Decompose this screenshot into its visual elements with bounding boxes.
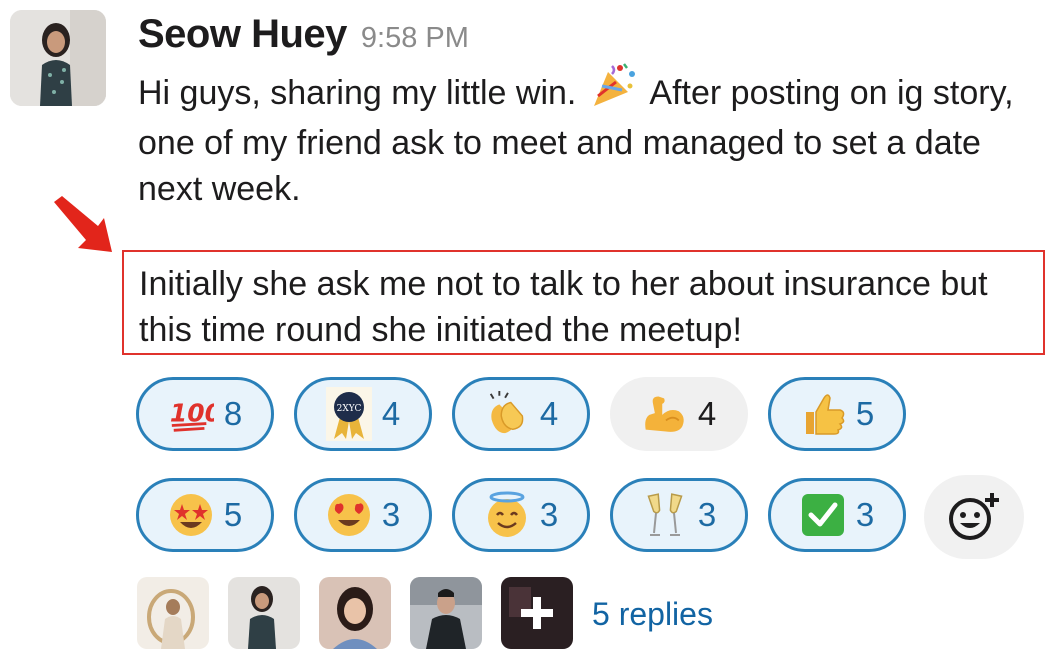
author-name[interactable]: Seow Huey <box>138 12 347 57</box>
reaction-count: 3 <box>381 496 401 533</box>
author-avatar[interactable] <box>10 10 106 106</box>
highlighted-message: Initially she ask me not to talk to her … <box>122 250 1045 355</box>
reaction-heart-eyes[interactable]: 3 <box>294 478 432 552</box>
party-popper-icon <box>590 62 638 120</box>
reaction-hundred-points[interactable]: 100 8 <box>136 377 274 451</box>
add-reaction-icon <box>946 489 1002 546</box>
replier-avatar[interactable] <box>319 577 391 649</box>
reaction-count: 8 <box>223 395 243 432</box>
thumbs-up-icon <box>800 391 846 437</box>
reaction-count: 5 <box>855 395 875 432</box>
reaction-count: 4 <box>697 395 717 432</box>
reaction-flexed-biceps[interactable]: 4 <box>610 377 748 451</box>
reaction-award-ribbon[interactable]: 2XYC 4 <box>294 377 432 451</box>
award-ribbon-icon: 2XYC <box>325 387 372 441</box>
check-mark-icon <box>800 492 846 538</box>
reaction-count: 3 <box>539 496 559 533</box>
message-header: Seow Huey 9:58 PM <box>138 12 469 57</box>
reaction-star-struck[interactable]: 5 <box>136 478 274 552</box>
more-repliers-avatar[interactable] <box>501 577 573 649</box>
message-text: Hi guys, sharing my little win. After po… <box>138 63 1038 212</box>
replier-avatar[interactable] <box>228 577 300 649</box>
red-arrow-icon <box>48 196 118 261</box>
badge-label: 2XYC <box>336 404 361 414</box>
clapping-hands-icon <box>484 391 530 437</box>
thread-replies-link[interactable]: 5 replies <box>592 596 713 633</box>
reaction-count: 4 <box>381 395 401 432</box>
reaction-count: 3 <box>855 496 875 533</box>
replier-avatar[interactable] <box>410 577 482 649</box>
reaction-check-mark[interactable]: 3 <box>768 478 906 552</box>
reaction-halo-smile[interactable]: 3 <box>452 478 590 552</box>
reaction-thumbs-up[interactable]: 5 <box>768 377 906 451</box>
add-reaction-button[interactable] <box>924 475 1024 559</box>
heart-eyes-icon <box>326 492 372 538</box>
flexed-biceps-icon <box>642 391 688 437</box>
reaction-count: 3 <box>697 496 717 533</box>
hundred-points-icon: 100 <box>168 391 214 437</box>
message-text-part1: Hi guys, sharing my little win. <box>138 74 577 112</box>
reaction-champagne-glasses[interactable]: 3 <box>610 478 748 552</box>
halo-smile-icon <box>484 491 530 538</box>
message-timestamp[interactable]: 9:58 PM <box>361 22 469 55</box>
replier-avatar[interactable] <box>137 577 209 649</box>
star-struck-icon <box>168 492 214 538</box>
reaction-count: 5 <box>223 496 243 533</box>
champagne-glasses-icon <box>642 492 688 538</box>
reaction-count: 4 <box>539 395 559 432</box>
reaction-clapping-hands[interactable]: 4 <box>452 377 590 451</box>
